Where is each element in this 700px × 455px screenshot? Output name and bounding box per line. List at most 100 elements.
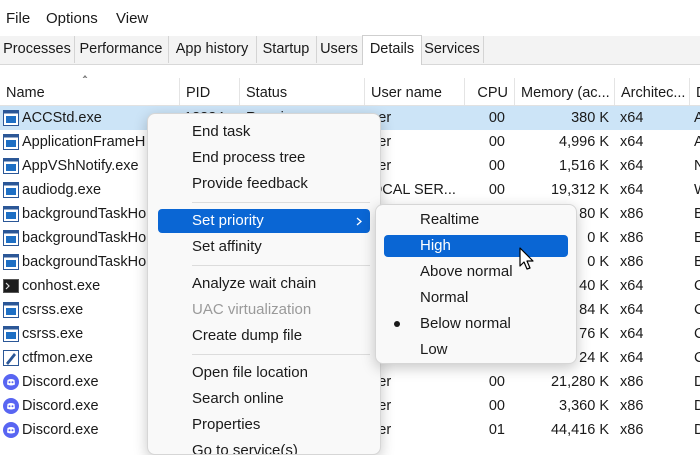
application-icon bbox=[3, 158, 19, 174]
cell-memory: 380 K bbox=[571, 110, 609, 126]
priority-normal[interactable]: Normal bbox=[384, 287, 568, 309]
cell-description: D bbox=[694, 398, 700, 414]
application-icon bbox=[3, 302, 19, 318]
cell-memory: 4,996 K bbox=[559, 134, 609, 150]
col-pid[interactable]: PID bbox=[180, 78, 240, 105]
cell-architecture: x86 bbox=[620, 374, 644, 390]
menu-search-online-label: Search online bbox=[192, 390, 284, 407]
cell-architecture: x86 bbox=[620, 422, 644, 438]
priority-low-label: Low bbox=[420, 341, 448, 358]
priority-low[interactable]: Low bbox=[384, 339, 568, 361]
application-icon bbox=[3, 254, 19, 270]
cell-description: W bbox=[694, 178, 700, 202]
menu-set-affinity-label: Set affinity bbox=[192, 238, 262, 255]
cell-cpu: 00 bbox=[488, 398, 505, 414]
column-header: Name PID Status User name CPU Memory (ac… bbox=[0, 78, 700, 106]
menu-end-process-tree[interactable]: End process tree bbox=[158, 146, 370, 170]
cell-description: C bbox=[694, 302, 700, 318]
cell-cpu: 01 bbox=[488, 422, 505, 438]
priority-high[interactable]: High bbox=[384, 235, 568, 257]
menu-set-priority[interactable]: Set priority bbox=[158, 209, 370, 233]
col-status[interactable]: Status bbox=[240, 78, 365, 105]
menu-properties[interactable]: Properties bbox=[158, 413, 370, 437]
tab-processes[interactable]: Processes bbox=[0, 36, 75, 63]
menu-analyze-wait-chain[interactable]: Analyze wait chain bbox=[158, 272, 370, 296]
menu-go-to-services[interactable]: Go to service(s) bbox=[158, 439, 370, 455]
tab-details[interactable]: Details bbox=[362, 35, 422, 65]
cell-architecture: x64 bbox=[620, 182, 644, 198]
cell-cpu: 00 bbox=[488, 134, 505, 150]
cell-description: C bbox=[694, 278, 700, 294]
cell-architecture: x64 bbox=[620, 350, 644, 366]
priority-normal-label: Normal bbox=[420, 289, 469, 306]
cell-description: A bbox=[694, 134, 700, 150]
cell-description: D bbox=[694, 374, 700, 390]
cell-cpu: 00 bbox=[488, 374, 505, 390]
application-icon bbox=[3, 110, 19, 126]
menu-provide-feedback-label: Provide feedback bbox=[192, 175, 308, 192]
menu-create-dump-file[interactable]: Create dump file bbox=[158, 324, 370, 348]
tab-app-history[interactable]: App history bbox=[168, 36, 257, 63]
menu-view[interactable]: View bbox=[116, 10, 148, 27]
priority-below-normal-label: Below normal bbox=[420, 315, 511, 332]
mouse-pointer-icon bbox=[519, 247, 534, 270]
selected-bullet-icon bbox=[394, 321, 400, 327]
cell-architecture: x86 bbox=[620, 230, 644, 246]
cell-description: C bbox=[694, 326, 700, 342]
application-icon bbox=[3, 182, 19, 198]
menu-options[interactable]: Options bbox=[46, 10, 98, 27]
discord-icon bbox=[3, 398, 19, 414]
cell-user-name: cer bbox=[371, 374, 392, 390]
col-name[interactable]: Name bbox=[0, 78, 180, 105]
col-description[interactable]: D bbox=[690, 78, 700, 105]
cell-memory: 44,416 K bbox=[550, 422, 609, 438]
menu-uac-virtualization: UAC virtualization bbox=[158, 298, 370, 322]
priority-realtime-label: Realtime bbox=[420, 211, 480, 228]
col-cpu[interactable]: CPU bbox=[465, 78, 515, 105]
cell-user-name: cer bbox=[371, 422, 392, 438]
col-memory[interactable]: Memory (ac... bbox=[515, 78, 615, 105]
cell-architecture: x64 bbox=[620, 302, 644, 318]
priority-submenu: Realtime High Above normal Normal Below … bbox=[375, 204, 577, 364]
menu-go-to-services-label: Go to service(s) bbox=[192, 442, 298, 455]
context-menu: End task End process tree Provide feedba… bbox=[147, 113, 381, 455]
application-icon bbox=[3, 230, 19, 246]
menu-properties-label: Properties bbox=[192, 416, 261, 433]
priority-below-normal[interactable]: Below normal bbox=[384, 313, 568, 335]
cell-cpu: 00 bbox=[488, 158, 505, 174]
cell-architecture: x64 bbox=[620, 134, 644, 150]
menu-end-task[interactable]: End task bbox=[158, 120, 370, 144]
cell-memory: 1,516 K bbox=[559, 158, 609, 174]
priority-above-normal[interactable]: Above normal bbox=[384, 261, 568, 283]
tab-performance[interactable]: Performance bbox=[74, 36, 169, 63]
menu-analyze-wait-chain-label: Analyze wait chain bbox=[192, 275, 317, 292]
menu-open-file-location[interactable]: Open file location bbox=[158, 361, 370, 385]
cell-description: B bbox=[694, 254, 700, 270]
cell-description: N bbox=[694, 158, 700, 174]
menu-file[interactable]: File bbox=[6, 10, 30, 27]
menu-create-dump-file-label: Create dump file bbox=[192, 327, 303, 344]
cell-description: D bbox=[694, 422, 700, 438]
col-architecture[interactable]: Architec... bbox=[615, 78, 690, 105]
tab-startup[interactable]: Startup bbox=[256, 36, 317, 63]
col-user-name[interactable]: User name bbox=[365, 78, 465, 105]
discord-icon bbox=[3, 422, 19, 438]
cell-architecture: x64 bbox=[620, 158, 644, 174]
chevron-right-icon bbox=[356, 217, 362, 226]
tab-services[interactable]: Services bbox=[421, 36, 484, 63]
cell-cpu: 00 bbox=[488, 110, 505, 126]
cell-architecture: x86 bbox=[620, 254, 644, 270]
menu-search-online[interactable]: Search online bbox=[158, 387, 370, 411]
cell-description: C bbox=[694, 350, 700, 366]
cell-architecture: x64 bbox=[620, 110, 644, 126]
application-icon bbox=[3, 206, 19, 222]
menu-end-process-tree-label: End process tree bbox=[192, 149, 306, 166]
menu-set-priority-label: Set priority bbox=[192, 212, 264, 229]
cell-description: B bbox=[694, 206, 700, 222]
priority-realtime[interactable]: Realtime bbox=[384, 209, 568, 231]
cell-description: B bbox=[694, 230, 700, 246]
tab-users[interactable]: Users bbox=[316, 36, 363, 63]
menu-separator bbox=[192, 265, 370, 266]
menu-provide-feedback[interactable]: Provide feedback bbox=[158, 172, 370, 196]
menu-set-affinity[interactable]: Set affinity bbox=[158, 235, 370, 259]
